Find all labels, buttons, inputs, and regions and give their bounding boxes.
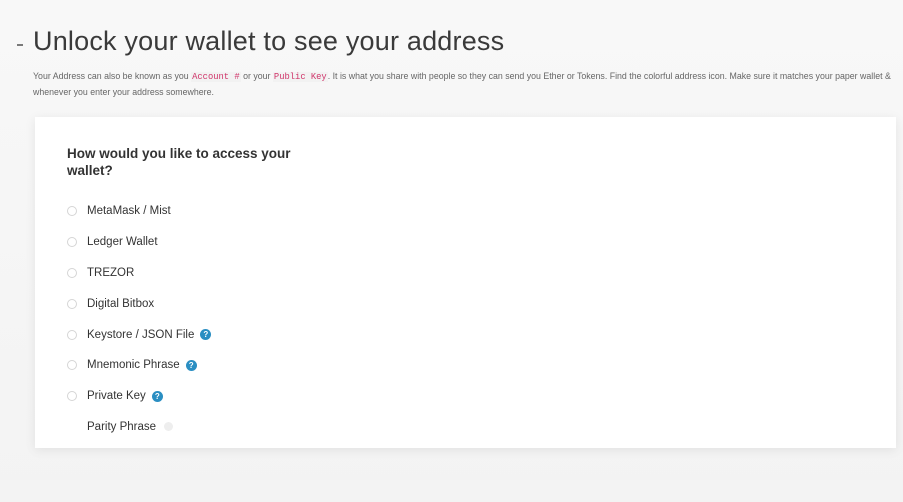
option-metamask[interactable]: MetaMask / Mist [67,196,211,227]
option-ledger-wallet[interactable]: Ledger Wallet [67,227,211,258]
description-text-2: or your [240,71,273,81]
access-card: How would you like to access your wallet… [35,117,896,448]
radio-icon[interactable] [67,206,77,217]
option-keystore-json[interactable]: Keystore / JSON File ? [67,319,212,350]
help-icon[interactable]: ? [151,390,163,402]
option-label: TREZOR [87,266,135,279]
radio-icon[interactable] [67,237,77,248]
radio-icon[interactable] [67,298,77,309]
option-label: Keystore / JSON File [87,328,195,341]
radio-icon[interactable] [67,360,77,371]
public-key-code: Public Key [272,72,328,82]
option-label: Parity Phrase [87,420,157,433]
description-text-1: Your Address can also be known as you [33,71,192,81]
option-label: MetaMask / Mist [87,205,171,218]
account-code: Account # [191,72,241,82]
faint-help-icon [164,422,174,432]
radio-icon[interactable] [67,267,77,278]
option-private-key[interactable]: Private Key ? [67,381,211,412]
access-question: How would you like to access your wallet… [67,146,291,178]
option-label: Digital Bitbox [87,297,155,310]
help-icon[interactable]: ? [185,359,197,371]
radio-icon[interactable] [67,329,77,340]
page-heading: Unlock your wallet to see your address [33,26,505,56]
page: Unlock your wallet to see your address Y… [0,0,903,502]
option-digital-bitbox[interactable]: Digital Bitbox [67,288,211,319]
option-mnemonic-phrase[interactable]: Mnemonic Phrase ? [67,350,211,381]
help-icon[interactable]: ? [200,329,212,341]
address-description: Your Address can also be known as you Ac… [33,69,895,100]
access-options-list: MetaMask / Mist Ledger Wallet TREZOR Dig… [67,196,212,443]
option-trezor[interactable]: TREZOR [67,258,211,289]
option-label: Ledger Wallet [87,236,158,249]
section-dash [17,44,23,46]
option-label: Private Key [87,390,146,403]
option-label: Mnemonic Phrase [87,359,180,372]
radio-icon[interactable] [67,391,77,402]
option-parity-phrase[interactable]: Parity Phrase [67,412,211,443]
